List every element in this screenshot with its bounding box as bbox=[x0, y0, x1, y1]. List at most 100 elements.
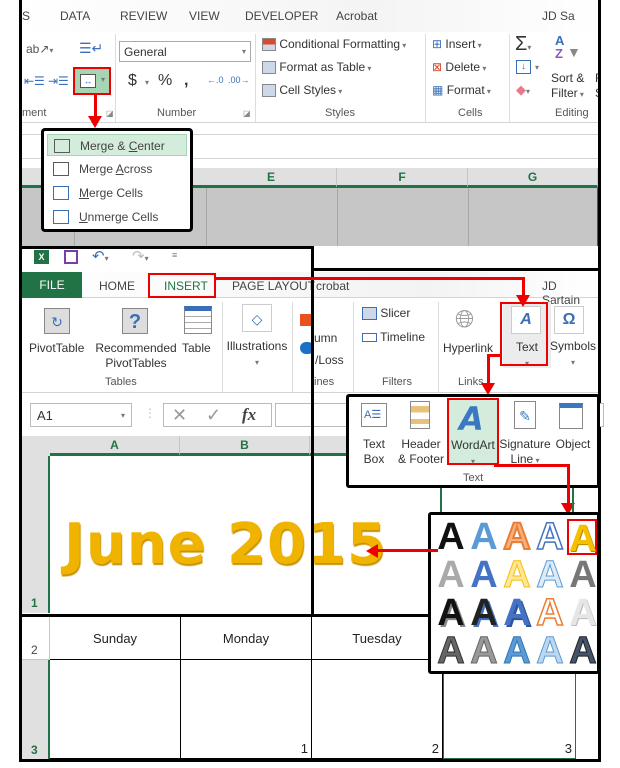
text-group-label: Text bbox=[463, 472, 484, 484]
wordart-style-light-blue[interactable]: A bbox=[534, 556, 566, 595]
dialog-launcher-icon[interactable]: ◪ bbox=[106, 109, 114, 118]
tab-acrobat[interactable]: Acrobat bbox=[336, 9, 377, 23]
sparkline-winloss-button[interactable]: /Loss bbox=[315, 353, 344, 368]
column-header-f[interactable]: F bbox=[337, 168, 468, 188]
chevron-down-icon[interactable]: ▾ bbox=[535, 63, 539, 72]
decrease-decimal-icon[interactable]: .00→ bbox=[228, 75, 250, 85]
timeline-label: Timeline bbox=[380, 330, 426, 344]
column-header-g[interactable]: G bbox=[468, 168, 598, 188]
format-cells-icon: ▦ bbox=[432, 83, 444, 97]
day-header-tuesday[interactable]: Tuesday bbox=[312, 617, 443, 660]
wordart-style-black-shadow[interactable]: A bbox=[435, 594, 467, 632]
wordart-style-blue-reflection[interactable]: A bbox=[468, 556, 500, 594]
menu-item-merge-across[interactable]: Merge Across bbox=[47, 158, 187, 180]
day-cell-selected[interactable]: 3 bbox=[443, 660, 576, 759]
orientation-icon[interactable]: ab↗▾ bbox=[26, 42, 53, 56]
increase-decimal-icon[interactable]: ←.0 bbox=[207, 75, 224, 85]
merge-center-button[interactable]: ↔ ▾ bbox=[73, 67, 111, 95]
wordart-style-grey[interactable]: A bbox=[435, 556, 467, 594]
tab-data[interactable]: DATA bbox=[60, 9, 90, 23]
sparkline-column-button[interactable]: umn bbox=[314, 331, 337, 346]
decrease-indent-icon[interactable]: ⇤☰ bbox=[24, 74, 45, 88]
wordart-style-yellow-glow[interactable]: A bbox=[501, 556, 533, 595]
text-box-button[interactable]: Text Box bbox=[355, 437, 393, 467]
wordart-style-black-blue[interactable]: A bbox=[468, 594, 500, 632]
callout-line bbox=[567, 464, 570, 504]
wordart-style-blue-shadow[interactable]: A bbox=[468, 518, 500, 556]
delete-cells-label: Delete bbox=[445, 60, 481, 74]
timeline-icon bbox=[362, 333, 377, 343]
slicer-icon bbox=[362, 307, 377, 321]
find-select-button-partial[interactable]: FS bbox=[595, 71, 598, 101]
day-cell[interactable] bbox=[50, 660, 181, 759]
delete-cells-button[interactable]: ⊠ Delete ▾ bbox=[432, 60, 486, 74]
timeline-button[interactable]: Timeline bbox=[362, 330, 425, 344]
tab-view[interactable]: VIEW bbox=[189, 9, 220, 23]
sort-filter-button[interactable]: Sort & Filter ▾ bbox=[551, 71, 584, 102]
cell-styles-button[interactable]: Cell Styles ▾ bbox=[262, 83, 342, 98]
column-header-e[interactable]: E bbox=[206, 168, 337, 188]
tab-review[interactable]: REVIEW bbox=[120, 9, 167, 23]
wordart-style-blue-bevel[interactable]: A bbox=[501, 594, 533, 632]
tab-acrobat[interactable]: crobat bbox=[316, 279, 349, 293]
separator bbox=[353, 302, 354, 392]
increase-indent-icon[interactable]: ⇥☰ bbox=[48, 74, 69, 88]
day-cell[interactable]: 1 bbox=[181, 660, 312, 759]
slicer-button[interactable]: Slicer bbox=[362, 306, 410, 321]
currency-button[interactable]: $ bbox=[128, 72, 137, 90]
hyperlink-button[interactable]: Hyperlink bbox=[443, 341, 493, 356]
wordart-style-dark-grey[interactable]: A bbox=[567, 556, 599, 594]
object-button[interactable]: Object bbox=[553, 437, 593, 452]
wordart-style-orange-outline[interactable]: A bbox=[501, 517, 533, 557]
tab-formulas-partial[interactable]: S bbox=[22, 9, 30, 23]
wordart-style-black[interactable]: A bbox=[435, 518, 467, 556]
conditional-formatting-icon bbox=[262, 38, 276, 52]
row-header-3[interactable]: 3 bbox=[22, 660, 50, 759]
clear-eraser-icon[interactable]: ◆▾ bbox=[516, 82, 530, 98]
wordart-style-navy-pattern[interactable]: A bbox=[567, 632, 599, 671]
separator bbox=[509, 34, 510, 122]
menu-item-unmerge-cells[interactable]: Unmerge Cells bbox=[47, 206, 187, 228]
menu-accelerator: A bbox=[115, 162, 124, 176]
wordart-style-grey-pattern[interactable]: A bbox=[435, 632, 467, 671]
sort-filter-label-2: Filter bbox=[551, 86, 578, 100]
wordart-style-light-pattern[interactable]: A bbox=[534, 632, 566, 671]
tab-developer[interactable]: DEVELOPER bbox=[245, 9, 318, 23]
format-cells-button[interactable]: ▦ Format ▾ bbox=[432, 83, 491, 97]
chevron-down-icon[interactable]: ▾ bbox=[145, 78, 149, 87]
wordart-style-striped[interactable]: A bbox=[468, 632, 500, 671]
text-group-panel: A☰ Text Box Header & Footer A WordArt ▾ ✎ S… bbox=[346, 394, 600, 488]
autosum-icon[interactable]: Σ▾ bbox=[515, 33, 531, 56]
wordart-style-blue-outline[interactable]: A bbox=[534, 517, 566, 557]
fill-icon[interactable]: ↓ bbox=[516, 60, 531, 74]
comma-button[interactable]: , bbox=[184, 72, 188, 90]
row-number: 3 bbox=[31, 743, 38, 757]
menu-accelerator: M bbox=[79, 186, 89, 200]
wordart-gallery: A A A A A A A A A A A A A A A A A A A A bbox=[428, 512, 600, 674]
number-format-select[interactable]: General ▾ bbox=[119, 41, 251, 62]
callout-line bbox=[522, 277, 525, 297]
wordart-style-gold-selected[interactable]: A bbox=[567, 519, 597, 558]
wordart-a-icon: A bbox=[459, 400, 484, 438]
day-header-monday[interactable]: Monday bbox=[181, 617, 312, 660]
find-select-label-1: F bbox=[595, 71, 598, 85]
format-as-table-button[interactable]: Format as Table ▾ bbox=[262, 60, 371, 75]
wrap-text-icon[interactable]: ☰↵ bbox=[79, 40, 103, 57]
wordart-style-orange-hollow[interactable]: A bbox=[534, 593, 566, 633]
wordart-style-blue-pattern[interactable]: A bbox=[501, 632, 533, 671]
dialog-launcher-icon[interactable]: ◪ bbox=[243, 109, 251, 118]
symbols-button[interactable]: Symbols ▾ bbox=[549, 339, 597, 370]
separator bbox=[255, 34, 256, 122]
header-footer-button[interactable]: Header & Footer bbox=[395, 437, 447, 467]
insert-cells-button[interactable]: ⊞ Insert ▾ bbox=[432, 37, 482, 51]
wordart-style-white-grey[interactable]: A bbox=[567, 594, 599, 632]
day-header-sunday[interactable]: Sunday bbox=[50, 617, 181, 660]
wordart-button[interactable]: A WordArt ▾ bbox=[447, 398, 499, 466]
menu-item-merge-center[interactable]: Merge & Center bbox=[47, 134, 187, 156]
percent-button[interactable]: % bbox=[158, 72, 172, 90]
day-cell[interactable]: 2 bbox=[312, 660, 443, 759]
format-as-table-icon bbox=[262, 61, 276, 75]
conditional-formatting-button[interactable]: Conditional Formatting ▾ bbox=[262, 37, 406, 52]
row-header-2[interactable]: 2 bbox=[22, 617, 50, 660]
menu-item-merge-cells[interactable]: Merge Cells bbox=[47, 182, 187, 204]
